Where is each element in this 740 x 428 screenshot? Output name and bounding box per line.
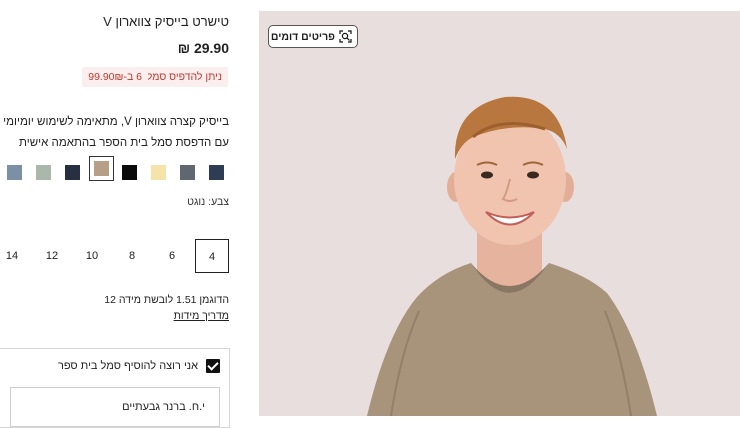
bulk-deal-badge: 6 ב-99.90₪ <box>82 67 148 87</box>
model-size-note: הדוגמן 1.51 לובשת מידה 12 <box>104 294 229 306</box>
color-swatch-steel-blue[interactable] <box>7 165 22 180</box>
color-swatches <box>0 156 240 185</box>
color-swatch-navy[interactable] <box>209 165 224 180</box>
similar-items-label: פריטים דומים <box>270 31 335 43</box>
color-swatch-cream[interactable] <box>151 165 166 180</box>
color-swatch-black[interactable] <box>122 165 137 180</box>
product-image[interactable]: פריטים דומים <box>259 11 740 416</box>
selected-color-label: צבע: נוגט <box>187 196 229 208</box>
size-option-14[interactable]: 14 <box>0 239 29 273</box>
add-logo-checkbox[interactable] <box>206 359 220 373</box>
product-price: 29.90 ₪ <box>177 40 229 56</box>
size-option-10[interactable]: 10 <box>75 239 109 273</box>
print-logo-badge: ניתן להדפיס סמל <box>140 67 228 87</box>
size-guide-link[interactable]: מדריך מידות <box>174 310 229 322</box>
school-name-input[interactable] <box>10 387 220 427</box>
model-photo <box>367 96 657 416</box>
add-logo-label: אני רוצה להוסיף סמל בית ספר <box>57 360 198 372</box>
size-selector: 4 6 8 10 12 14 <box>0 239 240 275</box>
school-logo-addon: אני רוצה להוסיף סמל בית ספר <box>0 348 230 428</box>
size-option-8[interactable]: 8 <box>115 239 149 273</box>
image-search-icon <box>339 30 352 43</box>
product-title: טישרט בייסיק צווארון V <box>103 14 229 29</box>
size-option-6[interactable]: 6 <box>155 239 189 273</box>
size-option-4[interactable]: 4 <box>195 239 229 273</box>
color-swatch-dark-navy[interactable] <box>65 165 80 180</box>
similar-items-button[interactable]: פריטים דומים <box>268 25 358 48</box>
description-line: בייסיק קצרה צווארון V, מתאימה לשימוש יומ… <box>0 116 229 128</box>
color-swatch-nougat[interactable] <box>89 156 114 181</box>
color-swatch-sage[interactable] <box>36 165 51 180</box>
description-line: עם הדפסת סמל בית הספר בהתאמה אישית <box>19 137 229 149</box>
color-swatch-slate[interactable] <box>180 165 195 180</box>
product-info-panel: טישרט בייסיק צווארון V 29.90 ₪ ניתן להדפ… <box>0 0 240 428</box>
product-description: בייסיק קצרה צווארון V, מתאימה לשימוש יומ… <box>0 112 229 154</box>
size-option-12[interactable]: 12 <box>35 239 69 273</box>
